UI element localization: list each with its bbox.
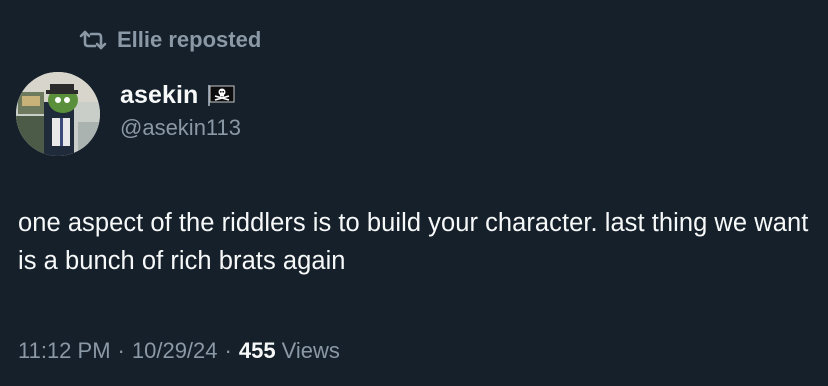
avatar[interactable]	[16, 72, 100, 156]
views-count[interactable]: 455	[239, 338, 276, 364]
meta-separator: ·	[117, 338, 125, 363]
meta-separator: ·	[224, 338, 232, 363]
avatar-image	[16, 72, 100, 156]
post-meta: 11:12 PM · 10/29/24 · 455 Views	[18, 338, 340, 364]
post-card[interactable]: Ellie reposted asekin @asekin113 one asp…	[0, 0, 828, 386]
repost-text: Ellie reposted	[117, 27, 262, 52]
post-text: one aspect of the riddlers is to build y…	[18, 209, 809, 275]
repost-indicator[interactable]: Ellie reposted	[78, 26, 261, 54]
pirate-flag-icon	[206, 84, 236, 106]
author-block: asekin @asekin113	[120, 80, 241, 141]
post-date[interactable]: 10/29/24	[132, 338, 218, 364]
author-handle[interactable]: @asekin113	[120, 115, 241, 141]
author-name-row: asekin	[120, 80, 241, 110]
repost-icon	[78, 28, 108, 52]
post-time[interactable]: 11:12 PM	[18, 338, 111, 364]
author-display-name[interactable]: asekin	[120, 81, 198, 110]
views-label: Views	[281, 338, 340, 363]
